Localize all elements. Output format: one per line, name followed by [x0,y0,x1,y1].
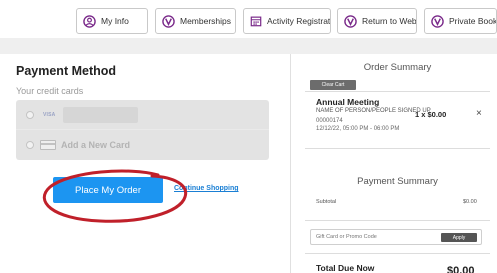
subtotal-value: $0.00 [463,199,477,205]
item-datetime: 12/12/22, 05:00 PM - 06:00 PM [316,126,400,132]
nav-memberships-button[interactable]: Memberships ▾ [155,8,236,34]
promo-code-input[interactable] [316,232,436,242]
promo-code-field: Apply [310,229,482,245]
item-title: Annual Meeting [316,97,380,107]
sub-header-bar [0,38,497,54]
nav-label: Memberships [180,16,232,26]
payment-summary-title: Payment Summary [357,176,438,187]
credit-card-list: VISA Add a New Card [16,100,269,160]
nav-activity-registration-button[interactable]: Activity Registration [243,8,331,34]
card-radio[interactable] [26,141,34,149]
divider [305,148,490,149]
add-new-card-option[interactable]: Add a New Card [16,130,269,160]
place-order-button[interactable]: Place My Order [53,177,163,203]
visa-logo-icon: VISA [43,111,56,118]
clear-cart-button[interactable]: Clear Cart [310,80,356,90]
nav-label: Activity Registration [267,16,331,26]
membership-logo-icon [162,14,175,28]
nav-label: Private Booking [449,16,497,26]
close-icon[interactable]: × [476,108,482,119]
membership-logo-icon [344,14,357,28]
order-summary-title: Order Summary [363,62,432,73]
divider [305,220,490,221]
nav-label: My Info [101,16,129,26]
nav-label: Return to Website [362,16,417,26]
credit-cards-label: Your credit cards [16,86,84,96]
card-radio[interactable] [26,110,34,119]
add-card-label: Add a New Card [61,140,131,150]
divider [305,91,490,92]
continue-shopping-link[interactable]: Continue Shopping [174,185,239,192]
nav-return-to-website-button[interactable]: Return to Website [337,8,417,34]
item-attendee: NAME OF PERSON/PEOPLE SIGNED UP [316,108,431,114]
item-id: 00000174 [316,118,343,124]
panel-divider [290,54,291,273]
payment-method-title: Payment Method [16,64,117,78]
top-nav: My Info Memberships ▾ Activity Registrat… [0,0,497,38]
payment-method-panel: Payment Method Your credit cards VISA Ad… [0,54,290,273]
credit-card-icon [40,140,56,150]
membership-logo-icon [431,14,444,28]
total-value: $0.00 [447,265,475,273]
nav-my-info-button[interactable]: My Info [76,8,148,34]
divider [305,253,490,254]
saved-card-option[interactable]: VISA [16,100,269,130]
masked-card-number [63,106,139,123]
calendar-icon [250,15,262,27]
total-label: Total Due Now [316,263,375,273]
nav-private-booking-button[interactable]: Private Booking [424,8,497,34]
order-summary-panel: Order Summary Clear Cart Annual Meeting … [305,54,490,273]
apply-button[interactable]: Apply [441,233,477,242]
person-circle-icon [83,14,96,28]
subtotal-label: Subtotal [316,199,337,205]
item-qty-price: 1 x $0.00 [415,110,447,119]
